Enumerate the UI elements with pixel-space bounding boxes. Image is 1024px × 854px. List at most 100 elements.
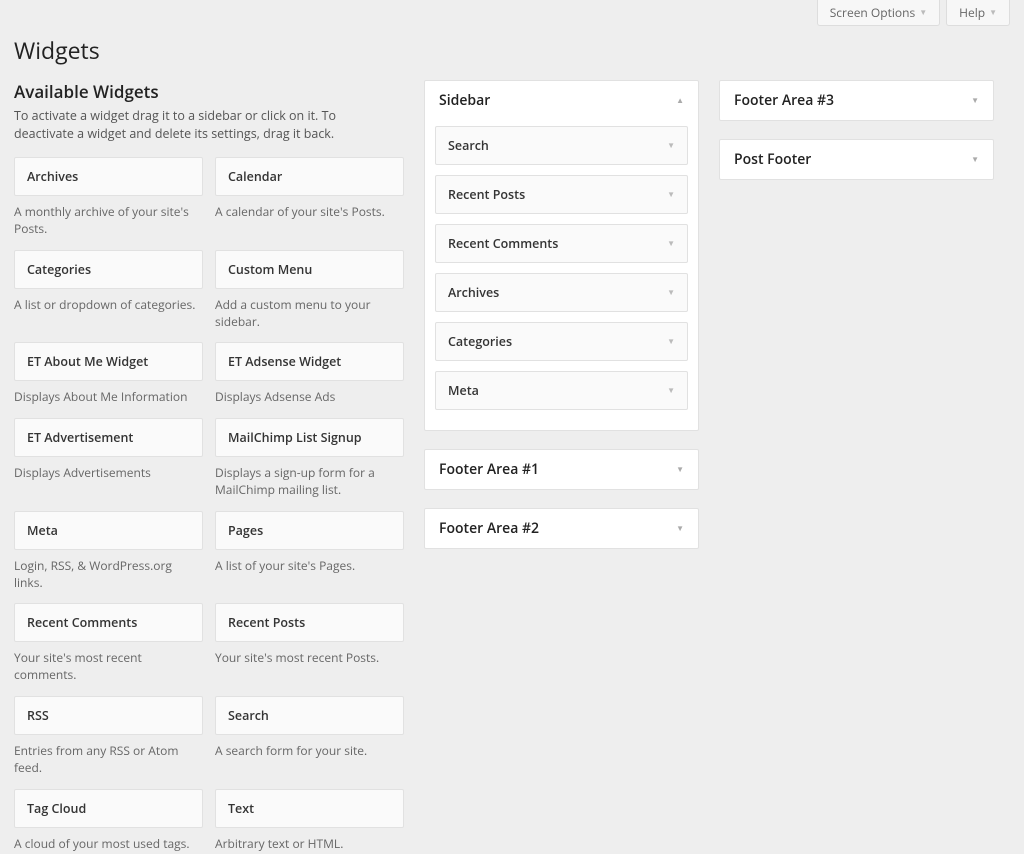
chevron-up-icon: ▲ [676,95,684,106]
page-title: Widgets [14,26,1010,80]
chevron-down-icon: ▼ [676,523,684,534]
available-widget-header[interactable]: MailChimp List Signup [215,418,404,457]
chevron-down-icon: ▼ [667,287,675,298]
chevron-down-icon: ▼ [676,464,684,475]
available-widget-desc: Displays a sign-up form for a MailChimp … [215,457,404,501]
available-heading: Available Widgets [14,80,404,103]
available-widget-header[interactable]: RSS [14,696,203,735]
available-widget-desc: Your site's most recent comments. [14,642,203,686]
available-widget: Custom MenuAdd a custom menu to your sid… [215,250,404,333]
available-widget: Recent CommentsYour site's most recent c… [14,603,203,686]
available-widget: Tag CloudA cloud of your most used tags. [14,789,203,854]
available-widget-desc: A list of your site's Pages. [215,550,404,577]
chevron-down-icon: ▼ [667,140,675,151]
placed-widget-title: Categories [448,333,512,350]
available-widget: ET Adsense WidgetDisplays Adsense Ads [215,342,404,408]
available-widget-header[interactable]: Tag Cloud [14,789,203,828]
available-widget: TextArbitrary text or HTML. [215,789,404,854]
widget-area: Sidebar▲Search▼Recent Posts▼Recent Comme… [424,80,699,431]
available-widget: MetaLogin, RSS, & WordPress.org links. [14,511,203,594]
available-widget-header[interactable]: ET Advertisement [14,418,203,457]
widget-area-title: Footer Area #2 [439,519,539,538]
available-widget-header[interactable]: Text [215,789,404,828]
available-widget-header[interactable]: Recent Posts [215,603,404,642]
available-widget: Recent PostsYour site's most recent Post… [215,603,404,686]
available-widget-header[interactable]: Pages [215,511,404,550]
chevron-down-icon: ▼ [971,95,979,106]
placed-widget-title: Meta [448,382,479,399]
help-label: Help [959,4,985,21]
placed-widget[interactable]: Recent Posts ▼ [435,175,688,214]
available-widget: RSSEntries from any RSS or Atom feed. [14,696,203,779]
placed-widget-title: Search [448,137,489,154]
widget-area-header[interactable]: Sidebar ▲ [425,81,698,120]
widget-area-header[interactable]: Footer Area #2 ▼ [425,509,698,548]
widget-area-header[interactable]: Post Footer▼ [720,140,993,179]
available-widget: SearchA search form for your site. [215,696,404,779]
chevron-down-icon: ▼ [667,189,675,200]
available-widget: ET AdvertisementDisplays Advertisements [14,418,203,501]
widget-area-title: Post Footer [734,150,811,169]
available-widget: ET About Me WidgetDisplays About Me Info… [14,342,203,408]
available-widget-header[interactable]: ET Adsense Widget [215,342,404,381]
chevron-down-icon: ▼ [667,238,675,249]
placed-widget-title: Archives [448,284,499,301]
screen-options-label: Screen Options [830,4,915,21]
available-widget-desc: Arbitrary text or HTML. [215,828,404,854]
chevron-down-icon: ▼ [989,7,997,18]
available-widget: MailChimp List SignupDisplays a sign-up … [215,418,404,501]
widget-area-header[interactable]: Footer Area #3 ▼ [720,81,993,120]
available-widget-desc: Displays Adsense Ads [215,381,404,408]
placed-widget[interactable]: Categories ▼ [435,322,688,361]
available-widget-header[interactable]: Calendar [215,157,404,196]
available-widgets-column: Available Widgets To activate a widget d… [14,80,404,854]
widget-area: Post Footer▼ [719,139,994,180]
placed-widget-title: Recent Posts [448,186,525,203]
available-widget-header[interactable]: ET About Me Widget [14,342,203,381]
available-widget-header[interactable]: Meta [14,511,203,550]
widget-area: Footer Area #1 ▼ [424,449,699,490]
placed-widget[interactable]: Archives ▼ [435,273,688,312]
available-widget: PagesA list of your site's Pages. [215,511,404,594]
available-widget: CategoriesA list or dropdown of categori… [14,250,203,333]
available-widget-desc: A list or dropdown of categories. [14,289,203,316]
available-widget-desc: A cloud of your most used tags. [14,828,203,854]
widget-area: Footer Area #2 ▼ [424,508,699,549]
available-widget-desc: Add a custom menu to your sidebar. [215,289,404,333]
available-widget-header[interactable]: Custom Menu [215,250,404,289]
chevron-down-icon: ▼ [667,336,675,347]
placed-widget-title: Recent Comments [448,235,558,252]
sidebar-areas-column-2: Footer Area #3 ▼ Post Footer▼ [719,80,994,198]
placed-widget[interactable]: Search ▼ [435,126,688,165]
placed-widget[interactable]: Recent Comments ▼ [435,224,688,263]
help-button[interactable]: Help ▼ [946,0,1010,26]
available-widget: ArchivesA monthly archive of your site's… [14,157,203,240]
available-widget-desc: A calendar of your site's Posts. [215,196,404,223]
widget-area-title: Sidebar [439,91,490,110]
widget-area-title: Footer Area #1 [439,460,539,479]
available-desc: To activate a widget drag it to a sideba… [14,107,394,143]
available-widget-header[interactable]: Recent Comments [14,603,203,642]
available-widget: CalendarA calendar of your site's Posts. [215,157,404,240]
placed-widget[interactable]: Meta ▼ [435,371,688,410]
available-widget-header[interactable]: Search [215,696,404,735]
available-widget-desc: Displays About Me Information [14,381,203,408]
widget-area: Footer Area #3 ▼ [719,80,994,121]
available-widgets-grid: ArchivesA monthly archive of your site's… [14,157,404,854]
available-widget-desc: Displays Advertisements [14,457,203,484]
available-widget-desc: Your site's most recent Posts. [215,642,404,669]
chevron-down-icon: ▼ [667,385,675,396]
available-widget-desc: A search form for your site. [215,735,404,762]
available-widget-header[interactable]: Archives [14,157,203,196]
top-links: Screen Options ▼ Help ▼ [14,0,1010,26]
available-widget-desc: Login, RSS, & WordPress.org links. [14,550,203,594]
widget-area-header[interactable]: Footer Area #1 ▼ [425,450,698,489]
widget-area-title: Footer Area #3 [734,91,834,110]
available-widget-header[interactable]: Categories [14,250,203,289]
available-widget-desc: Entries from any RSS or Atom feed. [14,735,203,779]
sidebar-areas-column-1: Sidebar▲Search▼Recent Posts▼Recent Comme… [424,80,699,567]
chevron-down-icon: ▼ [919,7,927,18]
widget-area-body: Search▼Recent Posts▼Recent Comments▼Arch… [425,120,698,430]
available-widget-desc: A monthly archive of your site's Posts. [14,196,203,240]
screen-options-button[interactable]: Screen Options ▼ [817,0,940,26]
